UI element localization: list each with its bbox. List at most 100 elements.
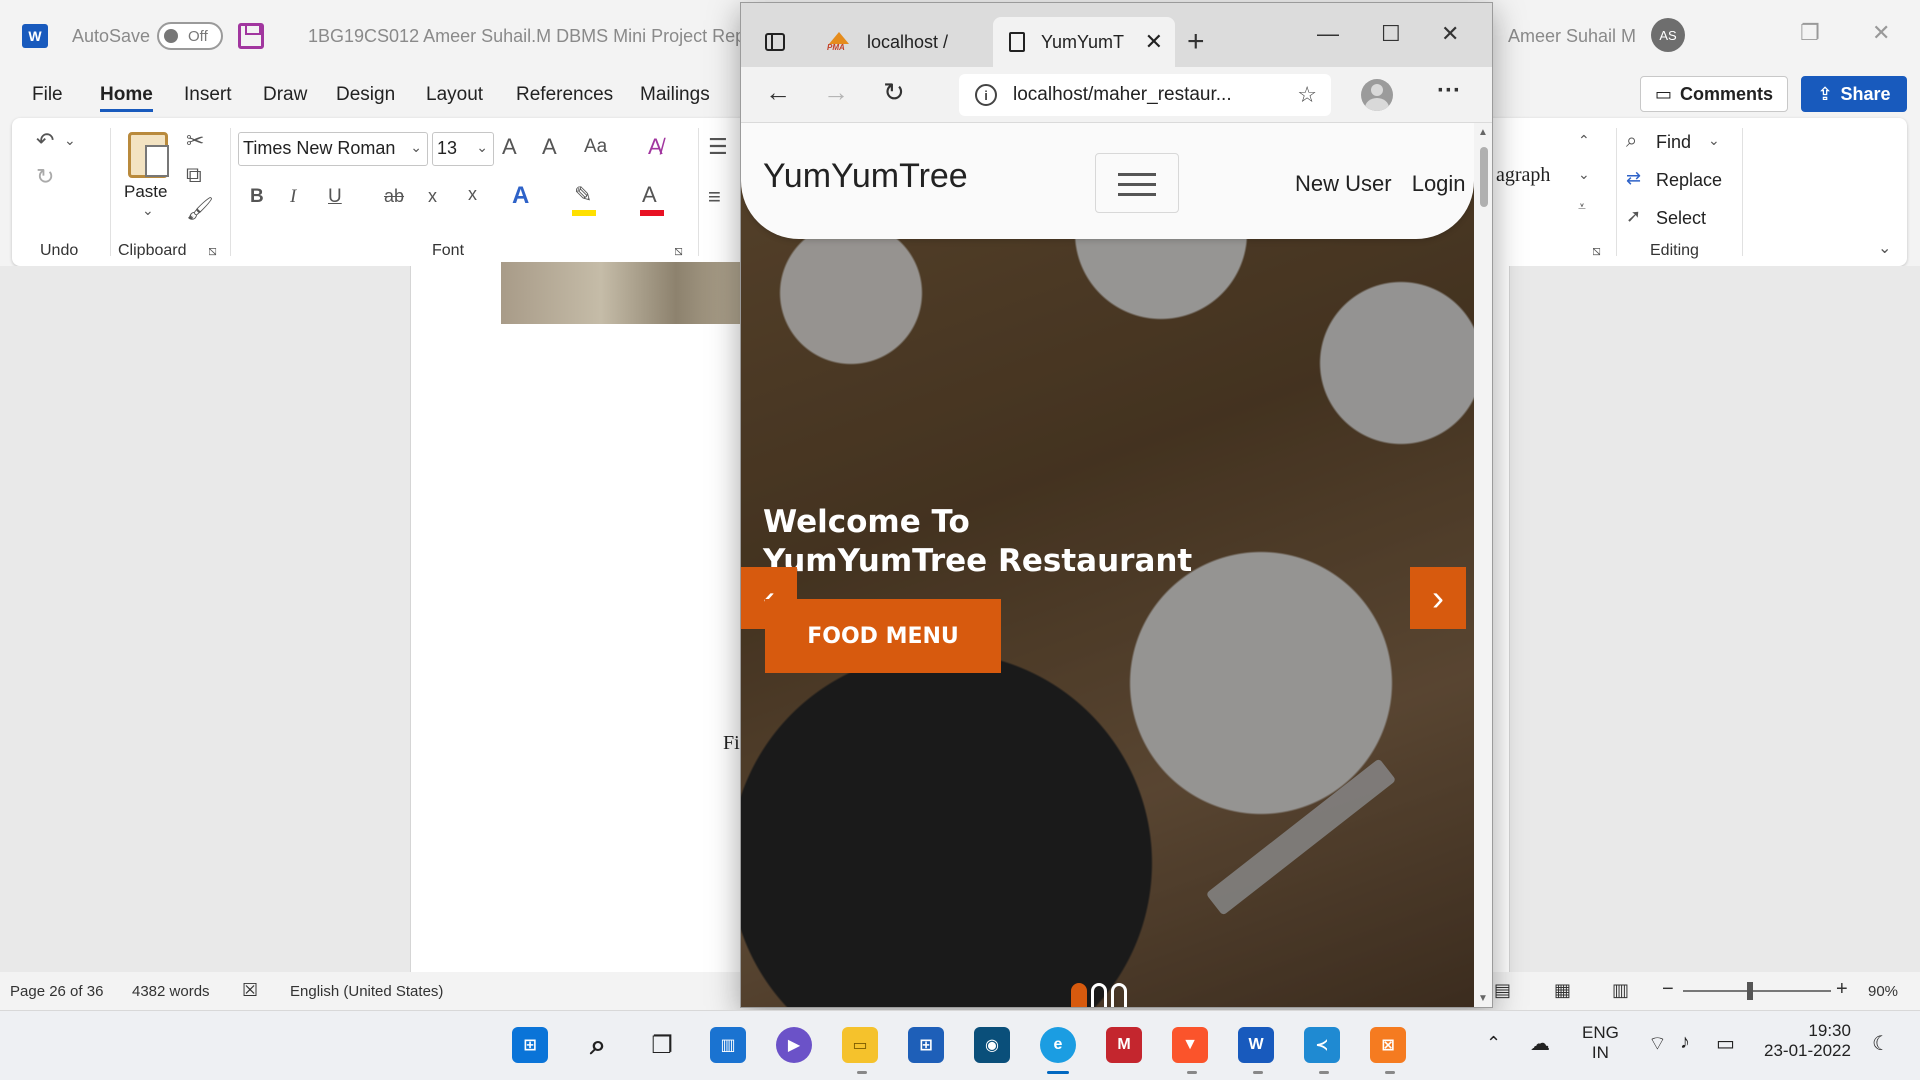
- site-brand[interactable]: YumYumTree: [763, 157, 968, 196]
- text-effects-icon[interactable]: A: [512, 182, 529, 210]
- minimize-icon[interactable]: —: [1317, 21, 1339, 47]
- print-layout-icon[interactable]: ▦: [1554, 980, 1571, 1001]
- italic-button[interactable]: I: [290, 186, 296, 208]
- bold-button[interactable]: B: [250, 186, 264, 208]
- refresh-icon[interactable]: ↻: [883, 77, 905, 108]
- copy-icon[interactable]: ⧉: [186, 162, 202, 188]
- dialog-launcher-icon[interactable]: ⧅: [1592, 242, 1601, 259]
- hamburger-menu-icon[interactable]: [1095, 153, 1179, 213]
- back-icon[interactable]: ←: [765, 77, 791, 108]
- undo-icon[interactable]: ↶: [36, 128, 54, 154]
- more-options-icon[interactable]: ···: [1437, 77, 1461, 105]
- paste-icon[interactable]: [128, 132, 169, 178]
- start-icon[interactable]: ⊞: [512, 1027, 548, 1063]
- volume-icon[interactable]: ♪: [1680, 1031, 1690, 1054]
- file-explorer-icon[interactable]: ▭: [842, 1027, 878, 1063]
- format-painter-icon[interactable]: 🖌: [186, 196, 214, 222]
- search-icon[interactable]: ⌕: [1626, 130, 1637, 153]
- zoom-slider[interactable]: [1683, 990, 1831, 992]
- carousel-indicator-dot[interactable]: [1091, 983, 1107, 1007]
- more-styles-icon[interactable]: ⩡: [1578, 198, 1586, 215]
- replace-icon[interactable]: ⇄: [1626, 168, 1641, 189]
- dialog-launcher-icon[interactable]: ⧅: [674, 242, 683, 259]
- align-left-icon[interactable]: ≡: [708, 184, 721, 210]
- shrink-font-icon[interactable]: A: [542, 134, 557, 160]
- zoom-in-icon[interactable]: +: [1836, 978, 1848, 1001]
- zoom-level[interactable]: 90%: [1868, 983, 1898, 1000]
- tab-mailings[interactable]: Mailings: [640, 84, 710, 106]
- search-icon[interactable]: ⌕: [580, 1027, 616, 1063]
- font-size-select[interactable]: 13 ⌄: [432, 132, 494, 166]
- chevron-down-icon[interactable]: ⌄: [64, 132, 76, 149]
- chevron-up-icon[interactable]: ⌃: [1486, 1033, 1501, 1054]
- tab-actions-icon[interactable]: [765, 33, 785, 51]
- tab-insert[interactable]: Insert: [184, 84, 232, 106]
- dialog-launcher-icon[interactable]: ⧅: [208, 242, 217, 259]
- language-indicator[interactable]: ENG IN: [1582, 1023, 1619, 1063]
- chevron-down-icon[interactable]: ⌄: [1708, 132, 1720, 149]
- superscript-button[interactable]: x: [468, 184, 477, 205]
- tab-draw[interactable]: Draw: [263, 84, 307, 106]
- highlight-icon[interactable]: ✎: [574, 182, 592, 208]
- add-favorite-icon[interactable]: ☆: [1297, 82, 1317, 108]
- document-figure-image[interactable]: [501, 262, 751, 324]
- browser-tab-yumyumtree[interactable]: YumYumT ✕: [993, 17, 1175, 67]
- mcafee-icon[interactable]: M: [1106, 1027, 1142, 1063]
- nav-login[interactable]: Login: [1412, 171, 1466, 196]
- carousel-indicator-dot[interactable]: [1071, 983, 1087, 1007]
- close-icon[interactable]: ✕: [1145, 29, 1163, 55]
- tab-references[interactable]: References: [516, 84, 613, 106]
- close-icon[interactable]: ✕: [1872, 20, 1890, 46]
- scroll-up-icon[interactable]: ⌃: [1578, 132, 1590, 149]
- info-icon[interactable]: i: [975, 84, 997, 106]
- share-button[interactable]: ⇪ Share: [1801, 76, 1907, 112]
- profile-icon[interactable]: [1361, 79, 1393, 111]
- web-layout-icon[interactable]: ▥: [1612, 980, 1629, 1001]
- proofing-icon[interactable]: ☒: [242, 980, 258, 1001]
- word-count[interactable]: 4382 words: [132, 983, 210, 1000]
- comments-button[interactable]: ▭ Comments: [1640, 76, 1788, 112]
- avatar[interactable]: AS: [1651, 18, 1685, 52]
- edge-icon[interactable]: e: [1040, 1027, 1076, 1063]
- bullets-icon[interactable]: ☰: [708, 134, 728, 160]
- notifications-icon[interactable]: ☾: [1872, 1031, 1890, 1056]
- tab-file[interactable]: File: [32, 84, 63, 106]
- zoom-out-icon[interactable]: −: [1662, 978, 1674, 1001]
- strikethrough-button[interactable]: ab: [384, 186, 404, 207]
- autosave-toggle[interactable]: Off: [157, 22, 223, 50]
- scroll-up-icon[interactable]: ▲: [1478, 127, 1488, 138]
- save-icon[interactable]: [238, 23, 264, 49]
- tab-design[interactable]: Design: [336, 84, 395, 106]
- collapse-ribbon-icon[interactable]: ⌄: [1878, 238, 1891, 258]
- select-cursor-icon[interactable]: ➚: [1626, 206, 1641, 227]
- replace-label[interactable]: Replace: [1656, 170, 1722, 191]
- battery-icon[interactable]: ▭: [1716, 1031, 1735, 1056]
- address-bar[interactable]: i localhost/maher_restaur... ☆: [959, 74, 1331, 116]
- select-label[interactable]: Select: [1656, 208, 1706, 229]
- widgets-icon[interactable]: ▥: [710, 1027, 746, 1063]
- onedrive-icon[interactable]: ☁: [1530, 1031, 1550, 1056]
- font-color-icon[interactable]: A: [642, 182, 657, 208]
- page-scrollbar[interactable]: ▲ ▼: [1474, 123, 1492, 1007]
- word-icon[interactable]: W: [1238, 1027, 1274, 1063]
- maximize-icon[interactable]: ☐: [1381, 21, 1401, 47]
- clock[interactable]: 19:30 23-01-2022: [1764, 1021, 1851, 1061]
- clear-formatting-icon[interactable]: A̸: [648, 134, 663, 160]
- nav-new-user[interactable]: New User: [1295, 171, 1392, 196]
- page-count[interactable]: Page 26 of 36: [10, 983, 103, 1000]
- new-tab-icon[interactable]: +: [1187, 25, 1205, 59]
- user-name[interactable]: Ameer Suhail M: [1508, 26, 1636, 47]
- change-case-icon[interactable]: Aa: [584, 136, 607, 158]
- scroll-down-icon[interactable]: ⌄: [1578, 166, 1590, 183]
- underline-button[interactable]: U: [328, 186, 342, 208]
- xampp-icon[interactable]: ⊠: [1370, 1027, 1406, 1063]
- language-indicator[interactable]: English (United States): [290, 983, 443, 1000]
- wifi-icon[interactable]: ⌔: [1648, 1031, 1667, 1056]
- dell-icon[interactable]: ◉: [974, 1027, 1010, 1063]
- zoom-slider-thumb[interactable]: [1747, 982, 1753, 1000]
- food-menu-button[interactable]: FOOD MENU: [765, 599, 1001, 673]
- chat-icon[interactable]: ▶: [776, 1027, 812, 1063]
- read-mode-icon[interactable]: ▤: [1494, 980, 1511, 1001]
- cut-icon[interactable]: ✂: [186, 128, 204, 154]
- redo-icon[interactable]: ↻: [36, 164, 54, 190]
